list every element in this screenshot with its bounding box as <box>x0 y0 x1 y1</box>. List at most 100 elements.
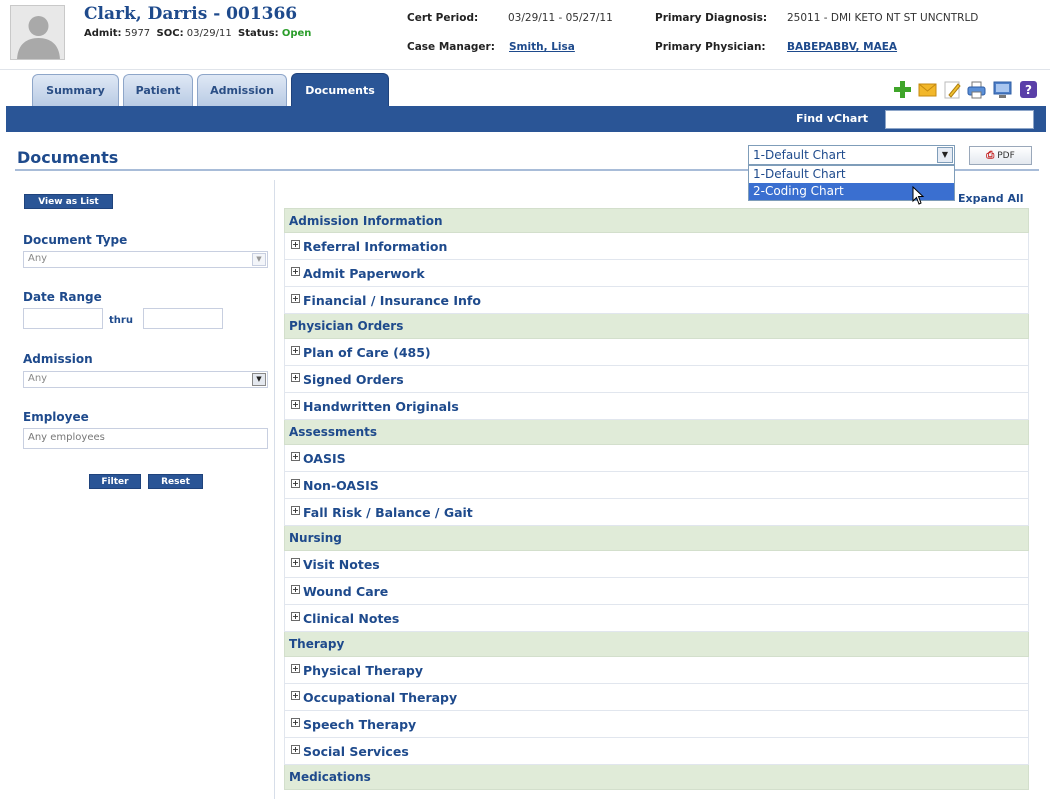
tree-item-label: Speech Therapy <box>303 716 417 732</box>
print-icon[interactable] <box>967 80 986 99</box>
expand-plus-icon[interactable]: + <box>291 345 300 355</box>
view-as-list-button[interactable]: View as List <box>24 194 113 209</box>
expand-plus-icon[interactable]: + <box>291 239 300 249</box>
tree-item-label: Wound Care <box>303 583 389 599</box>
case-manager-link[interactable]: Smith, Lisa <box>509 41 575 53</box>
expand-plus-icon[interactable]: + <box>291 690 300 700</box>
find-vchart-label: Find vChart <box>796 112 868 125</box>
pdf-icon: ⎙ <box>986 150 995 161</box>
page-title: Documents <box>17 148 119 167</box>
mail-icon[interactable] <box>918 80 937 99</box>
expand-plus-icon[interactable]: + <box>291 505 300 515</box>
employee-value: Any employees <box>28 432 105 443</box>
tree-item[interactable]: + Referral Information <box>284 233 1029 260</box>
section-header: Admission Information <box>284 208 1029 233</box>
tree-item[interactable]: + Visit Notes <box>284 551 1029 578</box>
expand-plus-icon[interactable]: + <box>291 399 300 409</box>
chevron-down-icon[interactable]: ▼ <box>252 253 266 266</box>
tree-item[interactable]: + Handwritten Originals <box>284 393 1029 420</box>
tree-item[interactable]: + Wound Care <box>284 578 1029 605</box>
patient-name: Clark, Darris - 001366 <box>84 4 298 24</box>
tree-item[interactable]: + OASIS <box>284 445 1029 472</box>
add-icon[interactable] <box>893 80 912 99</box>
tree-item-label: Clinical Notes <box>303 610 400 626</box>
admission-select[interactable]: Any ▼ <box>23 371 268 388</box>
reset-button[interactable]: Reset <box>148 474 203 489</box>
section-header: Medications <box>284 765 1029 790</box>
primary-physician-link[interactable]: BABEPABBV, MAEA <box>787 41 897 53</box>
filter-panel <box>16 180 275 799</box>
section-header: Assessments <box>284 420 1029 445</box>
cert-period-label: Cert Period: <box>407 12 479 24</box>
chart-option-default[interactable]: 1-Default Chart <box>749 166 954 183</box>
patient-meta: Admit: 5977 SOC: 03/29/11 Status: Open <box>84 28 311 39</box>
edit-icon[interactable] <box>943 80 962 99</box>
admission-value: Any <box>28 373 48 384</box>
patient-header: Clark, Darris - 001366 Admit: 5977 SOC: … <box>0 0 1050 70</box>
expand-plus-icon[interactable]: + <box>291 266 300 276</box>
soc-label: SOC: <box>156 28 184 39</box>
expand-plus-icon[interactable]: + <box>291 557 300 567</box>
monitor-icon[interactable] <box>993 80 1012 99</box>
tree-item[interactable]: + Fall Risk / Balance / Gait <box>284 499 1029 526</box>
tree-item-label: Social Services <box>303 743 409 759</box>
admission-label: Admission <box>23 352 93 366</box>
admit-label: Admit: <box>84 28 122 39</box>
primary-diagnosis-label: Primary Diagnosis: <box>655 12 768 24</box>
tree-item[interactable]: + Plan of Care (485) <box>284 339 1029 366</box>
thru-label: thru <box>109 315 133 326</box>
tree-item-label: Signed Orders <box>303 371 404 387</box>
status-badge: Open <box>281 28 312 39</box>
tree-item[interactable]: + Clinical Notes <box>284 605 1029 632</box>
tab-admission[interactable]: Admission <box>197 74 287 106</box>
soc-value: 03/29/11 <box>186 28 232 39</box>
tree-item[interactable]: + Speech Therapy <box>284 711 1029 738</box>
tree-item[interactable]: + Occupational Therapy <box>284 684 1029 711</box>
chart-select-value: 1-Default Chart <box>753 148 846 162</box>
tree-item-label: OASIS <box>303 450 346 466</box>
section-header: Therapy <box>284 632 1029 657</box>
date-from-input[interactable] <box>23 308 103 329</box>
expand-plus-icon[interactable]: + <box>291 663 300 673</box>
section-header: Physician Orders <box>284 314 1029 339</box>
filter-button[interactable]: Filter <box>89 474 141 489</box>
date-to-input[interactable] <box>143 308 223 329</box>
tree-item-label: Non-OASIS <box>303 477 379 493</box>
admit-value: 5977 <box>124 28 151 39</box>
tree-item[interactable]: + Admit Paperwork <box>284 260 1029 287</box>
find-vchart-input[interactable] <box>885 110 1034 129</box>
chevron-down-icon[interactable]: ▼ <box>937 147 953 163</box>
tab-summary[interactable]: Summary <box>32 74 119 106</box>
expand-plus-icon[interactable]: + <box>291 451 300 461</box>
pdf-label: PDF <box>997 150 1015 161</box>
expand-plus-icon[interactable]: + <box>291 611 300 621</box>
expand-plus-icon[interactable]: + <box>291 293 300 303</box>
document-tree: Admission Information + Referral Informati… <box>284 208 1029 790</box>
expand-plus-icon[interactable]: + <box>291 584 300 594</box>
employee-label: Employee <box>23 410 89 424</box>
expand-plus-icon[interactable]: + <box>291 478 300 488</box>
tree-item[interactable]: + Social Services <box>284 738 1029 765</box>
tree-item-label: Fall Risk / Balance / Gait <box>303 504 473 520</box>
status-label: Status: <box>238 28 279 39</box>
document-type-select[interactable]: Any ▼ <box>23 251 268 268</box>
chart-select[interactable]: 1-Default Chart ▼ <box>748 145 955 165</box>
chevron-down-icon[interactable]: ▼ <box>252 373 266 386</box>
primary-physician-label: Primary Physician: <box>655 41 766 53</box>
expand-plus-icon[interactable]: + <box>291 744 300 754</box>
employee-input[interactable]: Any employees <box>23 428 268 449</box>
tab-documents[interactable]: Documents <box>291 73 389 106</box>
tree-item[interactable]: + Signed Orders <box>284 366 1029 393</box>
expand-plus-icon[interactable]: + <box>291 717 300 727</box>
expand-plus-icon[interactable]: + <box>291 372 300 382</box>
primary-diagnosis-value: 25011 - DMI KETO NT ST UNCNTRLD <box>787 12 979 24</box>
tree-item-label: Handwritten Originals <box>303 398 459 414</box>
expand-all-link[interactable]: Expand All <box>958 192 1024 205</box>
tree-item[interactable]: + Non-OASIS <box>284 472 1029 499</box>
tab-patient[interactable]: Patient <box>123 74 193 106</box>
cert-period-value: 03/29/11 - 05/27/11 <box>508 12 613 24</box>
tree-item[interactable]: + Financial / Insurance Info <box>284 287 1029 314</box>
pdf-button[interactable]: ⎙ PDF <box>969 146 1032 165</box>
tree-item[interactable]: + Physical Therapy <box>284 657 1029 684</box>
help-icon[interactable]: ? <box>1019 80 1038 99</box>
